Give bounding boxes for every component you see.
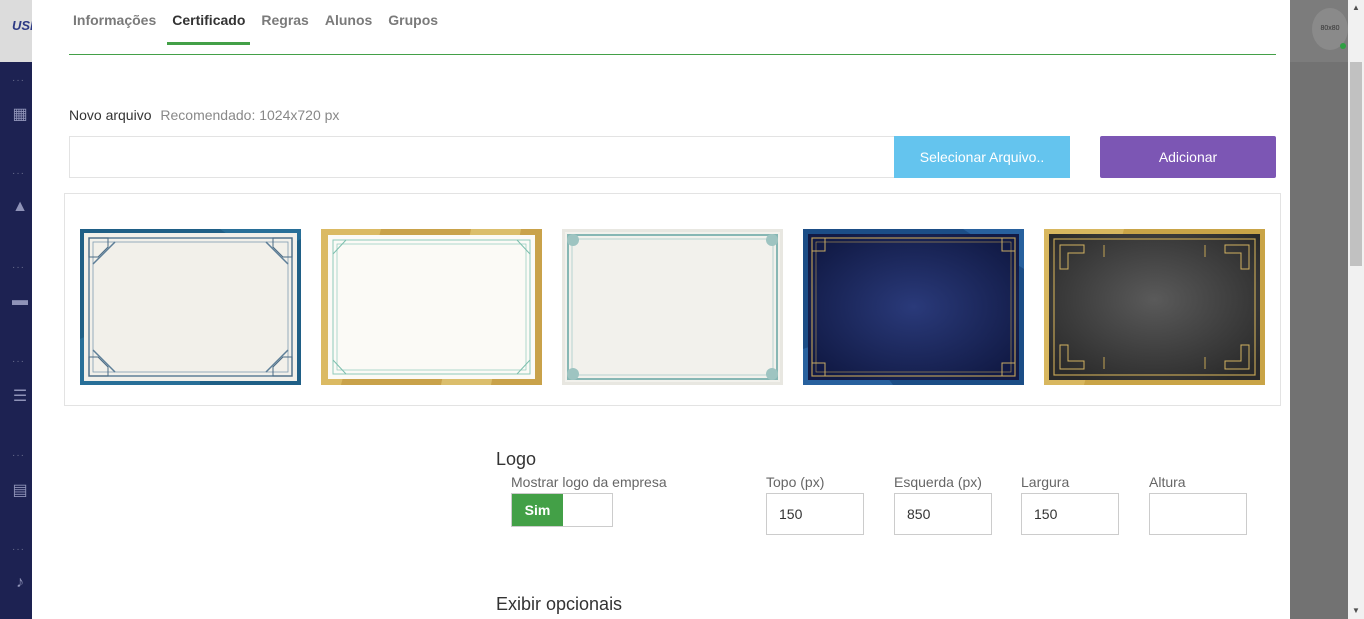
width-input[interactable] [1021, 493, 1119, 535]
calendar-icon[interactable]: ▤ [10, 480, 30, 500]
online-status-dot [1340, 43, 1346, 49]
book-icon[interactable]: ▬ [10, 292, 30, 312]
optionals-section-title: Exibir opcionais [496, 594, 623, 614]
left-px-input[interactable] [894, 493, 992, 535]
width-label: Largura [1021, 474, 1070, 490]
show-logo-label: Mostrar logo da empresa [511, 474, 667, 490]
new-file-title: Novo arquivo [69, 107, 152, 123]
divider: ··· [12, 544, 25, 555]
scrollbar-thumb[interactable] [1350, 62, 1362, 266]
graduation-cap-icon[interactable]: ▲ [10, 198, 30, 218]
tab-alunos[interactable]: Alunos [325, 0, 372, 45]
certificate-template-teal[interactable] [562, 229, 783, 385]
left-px-label: Esquerda (px) [894, 474, 982, 490]
tab-bar: Informações Certificado Regras Alunos Gr… [73, 0, 454, 46]
divider: ··· [12, 75, 25, 86]
select-file-button[interactable]: Selecionar Arquivo.. [894, 136, 1070, 178]
course-modal: Informações Certificado Regras Alunos Gr… [32, 0, 1290, 619]
certificate-template-blue[interactable] [80, 229, 301, 385]
height-label: Altura [1149, 474, 1186, 490]
show-logo-toggle[interactable]: Sim [511, 493, 613, 527]
certificate-template-gold-mint[interactable] [321, 229, 542, 385]
top-px-label: Topo (px) [766, 474, 825, 490]
file-name-field[interactable] [69, 136, 895, 178]
bell-icon[interactable]: ♪ [10, 574, 30, 594]
logo-section-title: Logo [496, 449, 537, 469]
certificate-template-gallery [64, 193, 1281, 406]
tab-divider [69, 54, 1276, 55]
scroll-down-arrow-icon[interactable]: ▼ [1348, 603, 1364, 619]
height-input[interactable] [1149, 493, 1247, 535]
top-px-input[interactable] [766, 493, 864, 535]
list-icon[interactable]: ☰ [10, 386, 30, 406]
tab-regras[interactable]: Regras [261, 0, 308, 45]
background-sidebar: USE ··· ▦ ··· ▲ ··· ▬ ··· ☰ ··· ▤ ··· ♪ [0, 0, 39, 619]
divider: ··· [12, 450, 25, 461]
divider: ··· [12, 356, 25, 367]
certificate-template-navy[interactable] [803, 229, 1024, 385]
dashboard-icon[interactable]: ▦ [10, 104, 30, 124]
tab-certificado[interactable]: Certificado [167, 0, 251, 45]
add-button[interactable]: Adicionar [1100, 136, 1276, 178]
toggle-on-label: Sim [512, 494, 563, 526]
app-logo: USE [0, 0, 39, 62]
tab-informacoes[interactable]: Informações [73, 0, 156, 45]
file-size-hint: Recomendado: 1024x720 px [160, 107, 340, 123]
tab-grupos[interactable]: Grupos [388, 0, 438, 45]
certificate-template-art-deco[interactable] [1044, 229, 1265, 385]
new-file-label: Novo arquivo Recomendado: 1024x720 px [69, 107, 339, 123]
divider: ··· [12, 262, 25, 273]
scroll-up-arrow-icon[interactable]: ▲ [1348, 0, 1364, 16]
divider: ··· [12, 168, 25, 179]
